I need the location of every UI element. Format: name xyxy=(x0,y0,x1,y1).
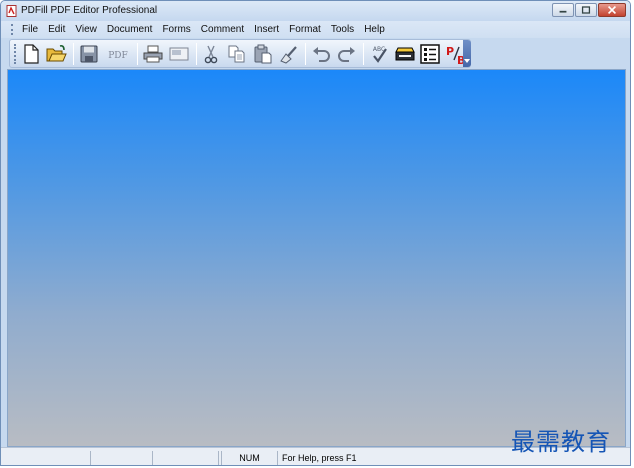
menu-edit[interactable]: Edit xyxy=(43,21,70,38)
main-toolbar: PDF ABC P B xyxy=(9,39,471,68)
app-window: PDFill PDF Editor Professional File Edit… xyxy=(0,0,631,466)
menu-help[interactable]: Help xyxy=(359,21,390,38)
print-icon xyxy=(143,45,163,62)
copy-button[interactable] xyxy=(225,42,249,66)
scan-image-icon xyxy=(169,47,189,60)
toolbar-separator xyxy=(73,42,75,65)
menu-forms[interactable]: Forms xyxy=(157,21,195,38)
status-num-indicator: NUM xyxy=(222,450,278,465)
clear-icon xyxy=(280,45,298,64)
redo-icon xyxy=(337,46,355,62)
chevron-down-icon xyxy=(464,59,470,63)
undo-icon xyxy=(312,46,330,62)
print-button[interactable] xyxy=(141,42,165,66)
watermark-text: 最需教育 xyxy=(511,428,611,456)
minimize-button[interactable] xyxy=(552,3,574,17)
menu-bar: File Edit View Document Forms Comment In… xyxy=(1,21,630,38)
scan-image-button[interactable] xyxy=(167,42,191,66)
status-pane-2 xyxy=(91,450,153,465)
minimize-icon xyxy=(559,10,567,13)
window-controls xyxy=(551,3,626,17)
close-icon xyxy=(607,5,617,15)
close-button[interactable] xyxy=(598,3,626,17)
pdfill-app-icon xyxy=(6,5,17,17)
undo-button[interactable] xyxy=(309,42,333,66)
toolbar-separator xyxy=(195,42,197,65)
status-pane-message xyxy=(1,450,91,465)
maximize-button[interactable] xyxy=(575,3,597,17)
toolbar-grip[interactable] xyxy=(14,43,16,64)
menu-insert[interactable]: Insert xyxy=(249,21,284,38)
menu-file[interactable]: File xyxy=(17,21,43,38)
title-bar[interactable]: PDFill PDF Editor Professional xyxy=(1,1,630,21)
scanner-icon xyxy=(395,47,415,60)
pdf-label: PDF xyxy=(108,51,128,61)
status-pane-3 xyxy=(153,450,219,465)
paste-button[interactable] xyxy=(251,42,275,66)
toolbar-separator xyxy=(363,42,365,65)
new-document-icon xyxy=(24,43,39,64)
maximize-icon xyxy=(581,6,591,14)
toolbar-separator xyxy=(137,42,139,65)
toolbar-overflow-button[interactable] xyxy=(463,40,471,67)
svg-text:P: P xyxy=(446,45,454,58)
menu-view[interactable]: View xyxy=(70,21,102,38)
spell-check-button[interactable]: ABC xyxy=(367,42,391,66)
window-title: PDFill PDF Editor Professional xyxy=(21,5,158,16)
cut-button[interactable] xyxy=(200,42,224,66)
clear-button[interactable] xyxy=(277,42,301,66)
status-help-text: For Help, press F1 xyxy=(282,452,357,463)
copy-icon xyxy=(228,45,245,62)
menu-format[interactable]: Format xyxy=(284,21,326,38)
save-as-pdf-icon: PDF xyxy=(108,51,128,61)
spell-check-icon: ABC xyxy=(373,46,388,63)
save-button[interactable] xyxy=(77,42,101,66)
form-list-button[interactable] xyxy=(419,42,443,66)
cut-icon xyxy=(205,45,218,63)
save-icon xyxy=(80,45,98,62)
open-folder-icon xyxy=(46,44,68,61)
paste-icon xyxy=(254,44,272,63)
scanner-button[interactable] xyxy=(393,42,417,66)
menu-document[interactable]: Document xyxy=(102,21,158,38)
save-as-pdf-button[interactable]: PDF xyxy=(103,42,133,66)
open-button[interactable] xyxy=(45,42,69,66)
document-workspace[interactable] xyxy=(7,69,626,447)
form-list-icon xyxy=(420,43,441,64)
redo-button[interactable] xyxy=(335,42,359,66)
menu-tools[interactable]: Tools xyxy=(326,21,359,38)
new-document-button[interactable] xyxy=(19,42,43,66)
toolbar-separator xyxy=(305,42,307,65)
menubar-grip[interactable] xyxy=(11,24,13,35)
menu-comment[interactable]: Comment xyxy=(196,21,249,38)
